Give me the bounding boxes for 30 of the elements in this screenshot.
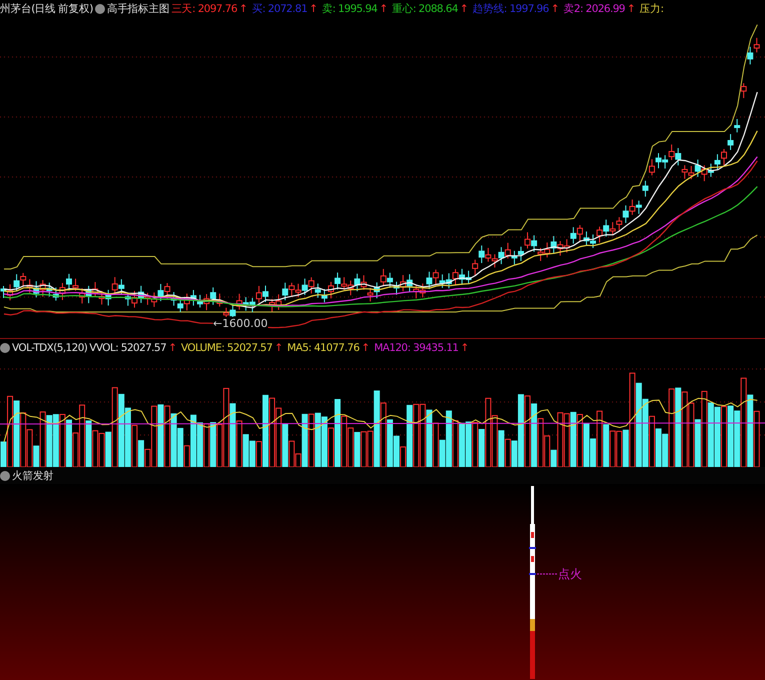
indicator-value: MA120: 39435.11 <box>374 342 458 354</box>
indicator-value: 三天: 2097.76 <box>171 2 238 16</box>
indicator-value: VVOL: 52027.57 <box>89 342 166 354</box>
indicator-value: 重心: 2088.64 <box>392 2 458 16</box>
dropdown-icon[interactable] <box>0 343 10 353</box>
dropdown-icon[interactable] <box>0 470 10 480</box>
trend-arrow: ↑ <box>168 342 177 354</box>
indicator-name[interactable]: VOL-TDX(5,120) <box>12 342 88 354</box>
trend-arrow: ↑ <box>460 2 469 14</box>
trend-arrow: ↑ <box>239 2 248 14</box>
stock-title: 州茅台(日线 前复权) <box>0 2 93 16</box>
trend-arrow: ↑ <box>361 342 370 354</box>
trend-arrow: ↑ <box>309 2 318 14</box>
indicator-name[interactable]: 火箭发射 <box>12 468 54 482</box>
trend-arrow: ↑ <box>274 342 284 354</box>
trend-arrow: ↑ <box>379 2 388 14</box>
trend-arrow: ↑ <box>626 2 636 14</box>
indicator-name[interactable]: 高手指标主图 <box>106 2 170 16</box>
indicator-value: 趋势线: 1997.96 <box>472 2 549 16</box>
trend-arrow: ↑ <box>550 2 560 14</box>
dropdown-icon[interactable] <box>94 4 105 14</box>
indicator-value: 压力: <box>640 2 664 16</box>
indicator-value: VOLUME: 52027.57 <box>181 342 272 354</box>
indicator-value: 买: 2072.81 <box>252 2 308 16</box>
indicator-value: MA5: 41077.76 <box>287 342 360 354</box>
trend-arrow: ↑ <box>460 342 470 354</box>
ignition-label: 点火 <box>558 566 582 583</box>
price-marker: ←1600.00 <box>213 317 268 330</box>
indicator-value: 卖: 1995.94 <box>322 2 378 16</box>
indicator-value: 卖2: 2026.99 <box>564 2 625 16</box>
